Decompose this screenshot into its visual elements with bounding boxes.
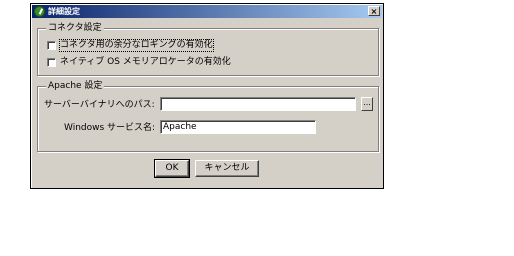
binary-path-label: サーバーバイナリへのパス: (44, 100, 155, 110)
extra-logging-label[interactable]: コネクタ用の余分なロギングの有効化 (59, 39, 214, 52)
extra-logging-checkbox[interactable] (47, 41, 56, 50)
connector-settings-legend: コネクタ設定 (46, 22, 104, 34)
native-memory-allocator-checkbox[interactable] (47, 58, 56, 67)
title-bar[interactable]: 詳細設定 × (32, 5, 382, 18)
connector-settings-group: コネクタ設定 コネクタ用の余分なロギングの有効化 ネイティブ OS メモリアロケ… (37, 22, 379, 76)
apache-settings-group: Apache 設定 サーバーバイナリへのパス: ... Windows サービス… (37, 80, 379, 152)
apache-settings-legend: Apache 設定 (46, 80, 105, 92)
binary-path-input[interactable] (160, 97, 356, 111)
cancel-button[interactable]: キャンセル (195, 160, 259, 177)
native-memory-allocator-label[interactable]: ネイティブ OS メモリアロケータの有効化 (60, 57, 231, 68)
window-title: 詳細設定 (48, 7, 80, 16)
browse-button[interactable]: ... (361, 97, 373, 111)
close-button[interactable]: × (368, 6, 380, 16)
service-name-label: Windows サービス名: (64, 123, 156, 133)
service-name-input[interactable]: Apache (160, 120, 316, 134)
app-icon (34, 6, 45, 17)
advanced-settings-dialog: 詳細設定 × コネクタ設定 コネクタ用の余分なロギングの有効化 ネイティブ OS… (30, 3, 384, 189)
ok-button[interactable]: OK (154, 159, 190, 178)
